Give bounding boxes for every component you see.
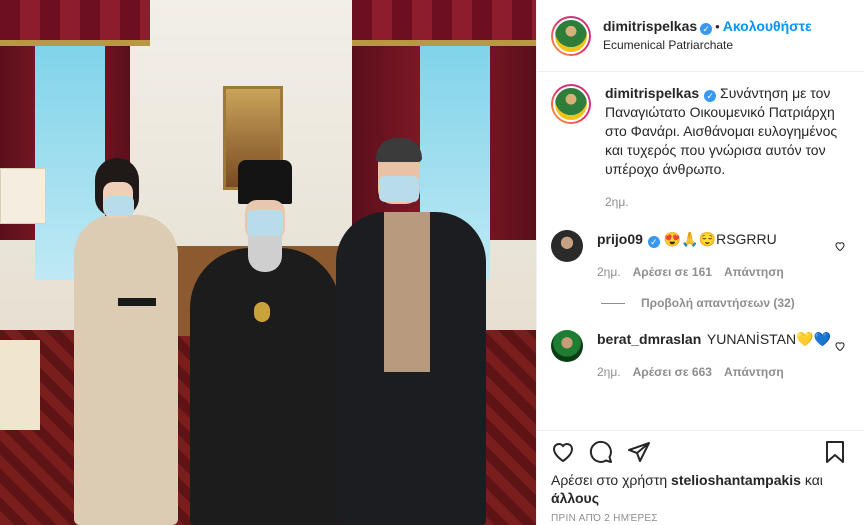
author-avatar-image (553, 17, 589, 54)
verified-badge-icon: ✓ (647, 236, 660, 248)
comments-list[interactable]: dimitrispelkas ✓ Συνάντηση με τον Παναγιώ… (537, 72, 864, 430)
photo-person-patriarch (190, 248, 340, 525)
post-side-panel: dimitrispelkas ✓ • Ακολουθήστε Ecumenical P… (536, 0, 864, 525)
verified-badge-icon: ✓ (704, 90, 717, 102)
photo-woman-mask (104, 196, 134, 216)
comment-likes[interactable]: Αρέσει σε 663 (633, 365, 712, 379)
separator-dot: • (715, 19, 720, 34)
comment-item: prijo09 ✓ 😍🙏😌RSGRRU 2ημ. Αρέσει σε 161 Απάν… (551, 230, 850, 282)
commenter-username[interactable]: prijo09 (597, 231, 643, 247)
caption-body: dimitrispelkas ✓ Συνάντηση με τον Παναγιώ… (605, 84, 850, 212)
caption-author-username[interactable]: dimitrispelkas (605, 85, 699, 101)
verified-badge-icon: ✓ (700, 23, 713, 35)
post-header: dimitrispelkas ✓ • Ακολουθήστε Ecumenical P… (537, 0, 864, 72)
action-icons (551, 435, 850, 469)
post-header-text: dimitrispelkas ✓ • Ακολουθήστε Ecumenical P… (603, 17, 812, 54)
comment-like-heart-icon[interactable] (834, 240, 846, 252)
follow-button[interactable]: Ακολουθήστε (723, 18, 812, 34)
photo-patriarch-hat (238, 160, 292, 204)
post-location[interactable]: Ecumenical Patriarchate (603, 36, 812, 54)
bookmark-icon[interactable] (824, 440, 846, 464)
comment-body: prijo09 ✓ 😍🙏😌RSGRRU 2ημ. Αρέσει σε 161 Απάν… (597, 230, 847, 282)
caption-author-avatar[interactable] (551, 84, 591, 124)
caption-age[interactable]: 2ημ. (605, 195, 629, 209)
heart-icon[interactable] (551, 440, 575, 464)
comment-meta: 2ημ. Αρέσει σε 663 Απάντηση (597, 363, 847, 382)
comment-body: berat_dmraslan YUNANİSTAN💛💙 2ημ. Αρέσει σ… (597, 330, 847, 382)
author-username[interactable]: dimitrispelkas (603, 18, 697, 34)
photo-valance-left (0, 0, 150, 46)
caption-meta: 2ημ. (605, 193, 850, 212)
likes-suffix: και (804, 472, 823, 488)
likes-others[interactable]: άλλους (551, 490, 599, 506)
photo-man-mask (379, 176, 419, 202)
caption-author-avatar-image (553, 86, 589, 122)
photo-man-sweater (384, 212, 430, 372)
view-replies-button[interactable]: Προβολή απαντήσεων (32) (601, 296, 850, 310)
comment-item: berat_dmraslan YUNANİSTAN💛💙 2ημ. Αρέσει σ… (551, 330, 850, 382)
comment-meta: 2ημ. Αρέσει σε 161 Απάντηση (597, 263, 847, 282)
comment-likes[interactable]: Αρέσει σε 161 (633, 265, 712, 279)
photo-woman-belt (118, 298, 156, 306)
view-replies-label[interactable]: Προβολή απαντήσεων (32) (641, 296, 795, 310)
photo-person-woman (74, 215, 178, 525)
comment-age[interactable]: 2ημ. (597, 265, 621, 279)
photo-patriarch-beard (248, 232, 282, 272)
comment-age[interactable]: 2ημ. (597, 365, 621, 379)
photo-chair (0, 340, 40, 430)
likes-prefix: Αρέσει στο χρήστη (551, 472, 668, 488)
share-icon[interactable] (627, 440, 651, 464)
post-timestamp[interactable]: Πριν από 2 ημέρες (551, 513, 850, 524)
reply-button[interactable]: Απάντηση (724, 265, 784, 279)
comment-text: YUNANİSTAN💛💙 (706, 331, 831, 347)
view-replies-line (601, 302, 625, 304)
post-caption: dimitrispelkas ✓ Συνάντηση με τον Παναγιώ… (551, 84, 850, 212)
likes-user[interactable]: stelioshantampakis (671, 472, 801, 488)
commenter-avatar[interactable] (551, 230, 583, 262)
post-actions: Αρέσει στο χρήστη stelioshantampakis και… (537, 430, 864, 525)
photo-patriarch-mask (247, 210, 283, 236)
likes-summary: Αρέσει στο χρήστη stelioshantampakis και… (551, 471, 850, 507)
post-photo[interactable] (0, 0, 536, 525)
reply-button[interactable]: Απάντηση (724, 365, 784, 379)
commenter-username[interactable]: berat_dmraslan (597, 331, 701, 347)
commenter-avatar[interactable] (551, 330, 583, 362)
comment-like-heart-icon[interactable] (834, 340, 846, 352)
comment-icon[interactable] (589, 440, 613, 464)
photo-lamp (0, 168, 46, 224)
comment-text: 😍🙏😌RSGRRU (663, 231, 777, 247)
author-avatar[interactable] (551, 15, 591, 56)
photo-patriarch-medal (254, 302, 270, 322)
photo-valance-right (352, 0, 536, 46)
